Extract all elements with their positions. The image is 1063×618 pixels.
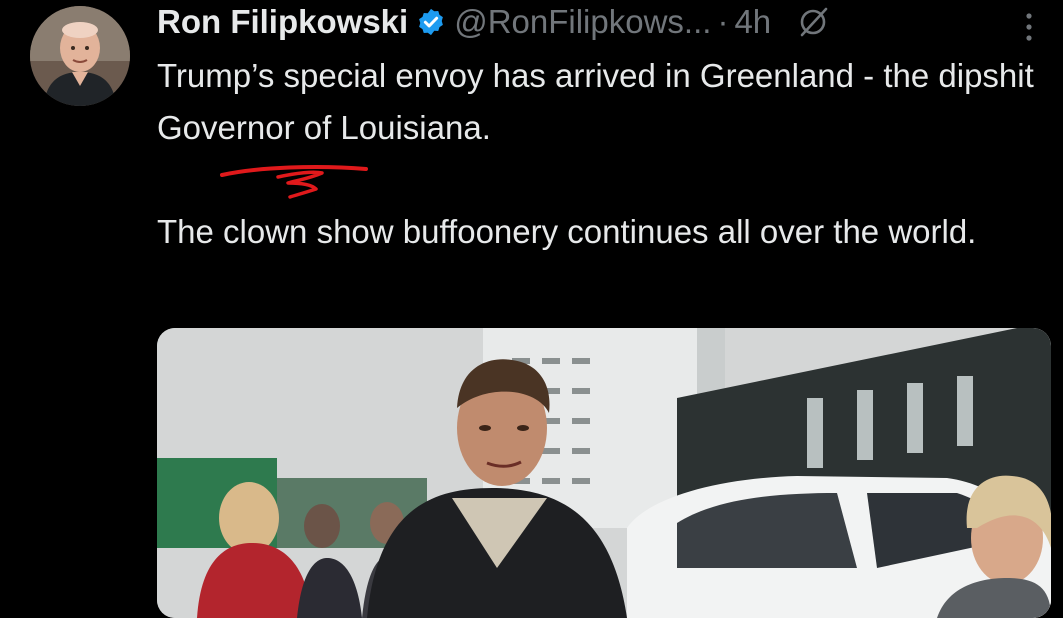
- tweet-text: Trump’s special envoy has arrived in Gre…: [157, 50, 1037, 258]
- grok-slash-icon[interactable]: [797, 6, 829, 38]
- tweet-header: Ron Filipkowski @RonFilipkows... · 4h: [157, 2, 829, 42]
- tweet-paragraph-2: The clown show buffoonery continues all …: [157, 213, 977, 250]
- author-handle[interactable]: @RonFilipkows...: [454, 3, 711, 41]
- verified-badge-icon[interactable]: [416, 7, 446, 37]
- more-vertical-svg: [1026, 13, 1032, 41]
- avatar[interactable]: [30, 6, 130, 106]
- red-underline-annotation: [218, 155, 370, 203]
- author-display-name[interactable]: Ron Filipkowski: [157, 3, 408, 41]
- separator-dot: ·: [717, 3, 729, 40]
- tweet-paragraph-1: Trump’s special envoy has arrived in Gre…: [157, 57, 1034, 146]
- red-underline-svg: [220, 165, 368, 199]
- video-thumbnail: [157, 328, 1051, 618]
- tweet-media-video[interactable]: [157, 328, 1051, 618]
- grok-slash-svg: [800, 7, 828, 37]
- tweet-timestamp[interactable]: 4h: [734, 3, 771, 41]
- avatar-image: [30, 6, 130, 106]
- more-vertical-icon[interactable]: [1021, 10, 1037, 44]
- verified-badge-svg: [419, 8, 444, 36]
